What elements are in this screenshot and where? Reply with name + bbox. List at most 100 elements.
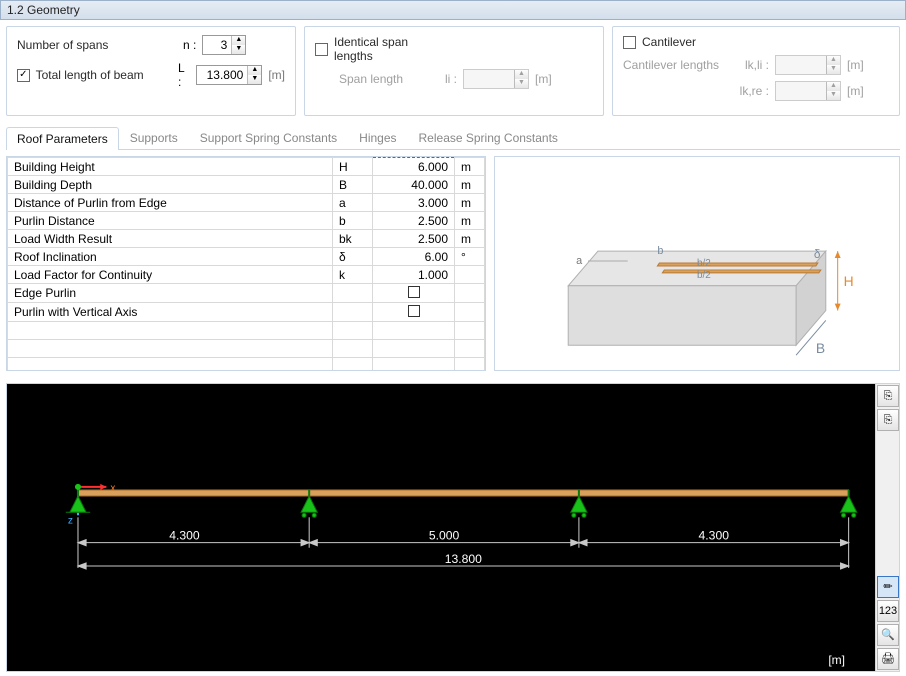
panel-spans: Number of spans n : ▲▼ Total length of b… bbox=[6, 26, 296, 116]
svg-text:b: b bbox=[657, 245, 663, 257]
window-titlebar: 1.2 Geometry bbox=[0, 0, 906, 20]
viewport-unit: [m] bbox=[828, 653, 845, 667]
param-name: Distance of Purlin from Edge bbox=[8, 194, 333, 212]
tab-release-spring-constants[interactable]: Release Spring Constants bbox=[408, 126, 569, 149]
total-length-checkbox[interactable] bbox=[17, 69, 30, 82]
spans-input[interactable]: ▲▼ bbox=[202, 35, 246, 55]
roof-parameters-table[interactable]: Building HeightH6.000mBuilding DepthB40.… bbox=[6, 156, 486, 371]
panel-identical: Identical span lengths Span length li : … bbox=[304, 26, 604, 116]
param-value[interactable] bbox=[373, 284, 455, 303]
param-row[interactable]: Building HeightH6.000m bbox=[8, 158, 485, 176]
param-unit: ° bbox=[455, 248, 485, 266]
spin-up-icon: ▲ bbox=[827, 56, 840, 65]
spin-down-icon: ▼ bbox=[827, 65, 840, 74]
param-value[interactable]: 3.000 bbox=[373, 194, 455, 212]
cantilever-label: Cantilever bbox=[642, 35, 696, 49]
param-unit bbox=[455, 284, 485, 303]
svg-text:b/2: b/2 bbox=[697, 270, 711, 281]
param-value[interactable]: 40.000 bbox=[373, 176, 455, 194]
total-span-label: 13.800 bbox=[445, 552, 482, 566]
param-name: Edge Purlin bbox=[8, 284, 333, 303]
param-symbol: H bbox=[333, 158, 373, 176]
lkre-input: ▲▼ bbox=[775, 81, 841, 101]
param-row[interactable]: Distance of Purlin from Edgea3.000m bbox=[8, 194, 485, 212]
show-values-button[interactable]: 123 bbox=[877, 600, 899, 622]
paste-button[interactable]: ⎘ bbox=[877, 409, 899, 431]
param-row[interactable]: Edge Purlin bbox=[8, 284, 485, 303]
span3-label: 4.300 bbox=[699, 529, 730, 543]
copy-button[interactable]: ⎘ bbox=[877, 385, 899, 407]
spin-down-icon[interactable]: ▼ bbox=[232, 45, 245, 54]
spin-down-icon: ▼ bbox=[827, 91, 840, 100]
lkre-value bbox=[776, 82, 826, 100]
spin-up-icon: ▲ bbox=[827, 82, 840, 91]
lkre-unit: [m] bbox=[847, 84, 864, 98]
param-value[interactable]: 1.000 bbox=[373, 266, 455, 284]
svg-text:z: z bbox=[68, 515, 73, 526]
beam-viewport[interactable]: x z bbox=[6, 383, 900, 672]
param-value[interactable] bbox=[373, 303, 455, 322]
param-row[interactable]: Load Factor for Continuityk1.000 bbox=[8, 266, 485, 284]
param-name: Roof Inclination bbox=[8, 248, 333, 266]
param-symbol bbox=[333, 284, 373, 303]
spin-down-icon: ▼ bbox=[515, 79, 528, 88]
param-row[interactable]: Purlin Distanceb2.500m bbox=[8, 212, 485, 230]
param-checkbox[interactable] bbox=[408, 286, 420, 298]
param-row[interactable]: Roof Inclinationδ6.00° bbox=[8, 248, 485, 266]
roof-diagram: a b b/2 b/2 δ H B bbox=[494, 156, 900, 371]
tab-supports[interactable]: Supports bbox=[119, 126, 189, 149]
n-label: n : bbox=[183, 38, 196, 52]
spin-up-icon[interactable]: ▲ bbox=[232, 36, 245, 45]
param-unit: m bbox=[455, 230, 485, 248]
zoom-button[interactable]: 🔍 bbox=[877, 624, 899, 646]
spans-value[interactable] bbox=[203, 36, 231, 54]
svg-text:H: H bbox=[844, 273, 854, 289]
param-name: Load Width Result bbox=[8, 230, 333, 248]
param-symbol: b bbox=[333, 212, 373, 230]
param-symbol: k bbox=[333, 266, 373, 284]
total-length-label: Total length of beam bbox=[36, 68, 172, 82]
param-checkbox[interactable] bbox=[408, 305, 420, 317]
toggle-snap-button[interactable]: ✏ bbox=[877, 576, 899, 598]
param-value[interactable]: 6.00 bbox=[373, 248, 455, 266]
total-length-input[interactable]: ▲▼ bbox=[196, 65, 262, 85]
param-row-empty bbox=[8, 358, 485, 372]
param-symbol: a bbox=[333, 194, 373, 212]
li-label: li : bbox=[445, 72, 457, 86]
svg-text:b/2: b/2 bbox=[697, 258, 711, 269]
param-name: Load Factor for Continuity bbox=[8, 266, 333, 284]
identical-checkbox[interactable] bbox=[315, 43, 328, 56]
span-length-value bbox=[464, 70, 514, 88]
identical-label: Identical span lengths bbox=[334, 35, 444, 63]
tabs: Roof Parameters Supports Support Spring … bbox=[6, 126, 900, 150]
spin-down-icon[interactable]: ▼ bbox=[248, 75, 261, 84]
param-name: Purlin with Vertical Axis bbox=[8, 303, 333, 322]
spin-up-icon[interactable]: ▲ bbox=[248, 66, 261, 75]
param-row[interactable]: Purlin with Vertical Axis bbox=[8, 303, 485, 322]
param-row[interactable]: Load Width Resultbk2.500m bbox=[8, 230, 485, 248]
param-symbol: bk bbox=[333, 230, 373, 248]
tab-hinges[interactable]: Hinges bbox=[348, 126, 407, 149]
cantilever-checkbox[interactable] bbox=[623, 36, 636, 49]
span1-label: 4.300 bbox=[169, 529, 200, 543]
param-value[interactable]: 2.500 bbox=[373, 212, 455, 230]
total-length-value[interactable] bbox=[197, 66, 247, 84]
param-value[interactable]: 6.000 bbox=[373, 158, 455, 176]
param-name: Purlin Distance bbox=[8, 212, 333, 230]
top-panels: Number of spans n : ▲▼ Total length of b… bbox=[6, 20, 900, 122]
svg-text:B: B bbox=[816, 340, 825, 356]
viewport-toolbar: ⎘ ⎘ ✏ 123 🔍 🖨 bbox=[875, 384, 899, 671]
param-symbol: B bbox=[333, 176, 373, 194]
tab-roof-parameters[interactable]: Roof Parameters bbox=[6, 127, 119, 150]
param-unit: m bbox=[455, 158, 485, 176]
param-value[interactable]: 2.500 bbox=[373, 230, 455, 248]
param-row-empty bbox=[8, 340, 485, 358]
param-unit: m bbox=[455, 194, 485, 212]
span-length-label: Span length bbox=[339, 72, 439, 86]
param-unit bbox=[455, 303, 485, 322]
param-symbol: δ bbox=[333, 248, 373, 266]
cantilever-lengths-label: Cantilever lengths bbox=[623, 58, 733, 72]
param-name: Building Height bbox=[8, 158, 333, 176]
tab-support-spring-constants[interactable]: Support Spring Constants bbox=[189, 126, 348, 149]
param-row[interactable]: Building DepthB40.000m bbox=[8, 176, 485, 194]
